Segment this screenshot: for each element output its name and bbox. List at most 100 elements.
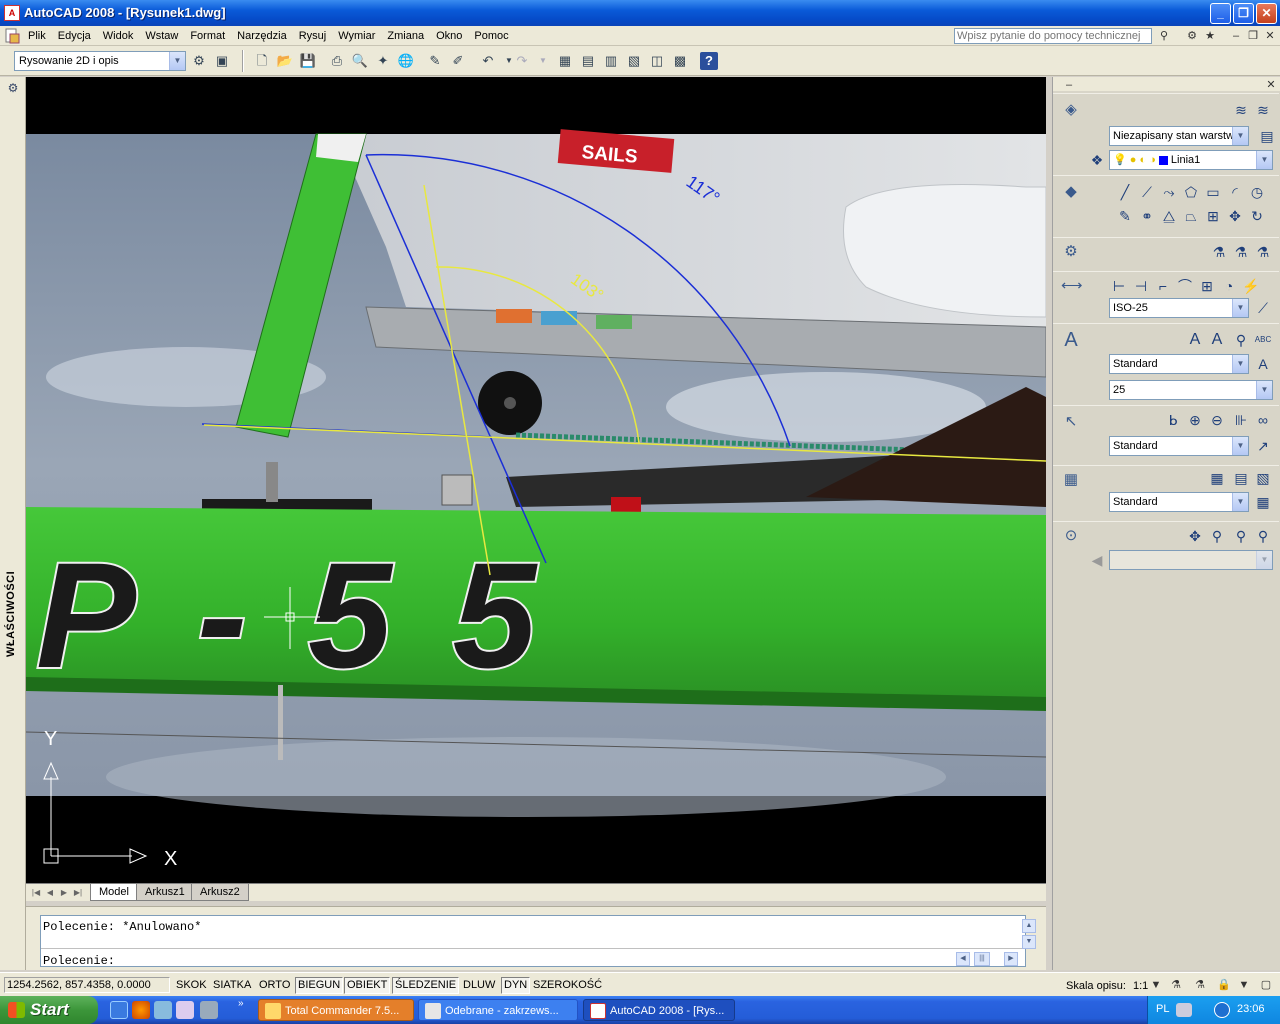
tab-next-icon[interactable]: ▶	[58, 886, 70, 899]
table-panel-icon[interactable]: ▦	[1061, 470, 1081, 490]
text-style-select[interactable]: Standard ▼	[1109, 354, 1249, 374]
pan-icon[interactable]: ✥	[1185, 526, 1205, 546]
minimize-button[interactable]: _	[1210, 3, 1231, 24]
design-center-icon[interactable]: ▤	[578, 51, 598, 71]
layer-isolate-icon[interactable]: ❖	[1087, 150, 1107, 170]
array-tool-icon[interactable]: ⊞	[1203, 206, 1223, 226]
annotation-scaling-icon[interactable]: ⚙	[1061, 242, 1081, 262]
remove-leader-icon[interactable]: ⊖	[1207, 410, 1227, 430]
tab-arkusz1[interactable]: Arkusz1	[136, 884, 194, 901]
chevron-down-icon[interactable]: ▼	[1256, 151, 1272, 169]
open-file-icon[interactable]: 📂	[275, 51, 295, 71]
command-window[interactable]: Polecenie: *Anulowano* Polecenie:	[40, 915, 1026, 968]
annotation-visibility-icon[interactable]: ⚗	[1168, 977, 1184, 993]
multiline-text-icon[interactable]: A	[1185, 330, 1205, 350]
offset-tool-icon[interactable]: ⏢	[1181, 206, 1201, 226]
add-scale-icon[interactable]: ⚗	[1209, 242, 1229, 262]
markup-icon[interactable]: ◫	[647, 51, 667, 71]
tab-last-icon[interactable]: ▶|	[72, 886, 84, 899]
chevron-down-icon[interactable]: ▼	[1232, 437, 1248, 455]
lock-icon[interactable]: 🔒	[1216, 977, 1232, 993]
match-properties-icon[interactable]: ✎	[425, 51, 445, 71]
status-snap-button[interactable]: SKOK	[173, 977, 210, 994]
baseline-dim-icon[interactable]: ⊞	[1197, 276, 1217, 296]
data-extraction-icon[interactable]: ▤	[1231, 468, 1251, 488]
help-icon[interactable]: ?	[700, 52, 718, 70]
redo-dropdown-icon[interactable]: ▼	[533, 51, 553, 71]
named-view-select[interactable]: ▼	[1109, 550, 1273, 570]
status-ortho-button[interactable]: ORTO	[256, 977, 293, 994]
table-icon[interactable]: ▦	[1207, 468, 1227, 488]
palette-close-icon[interactable]: ✕	[1263, 77, 1279, 93]
close-button[interactable]: ✕	[1256, 3, 1277, 24]
menu-okno[interactable]: Okno	[430, 29, 468, 43]
palette-titlebar[interactable]	[1053, 77, 1280, 91]
arc-tool-icon[interactable]: ◜	[1225, 182, 1245, 202]
coordinate-readout[interactable]: 1254.2562, 857.4358, 0.0000	[4, 977, 170, 993]
chevron-down-icon[interactable]: ▼	[1232, 355, 1248, 373]
properties-palette-label[interactable]: WŁAŚCIWOŚCI	[5, 567, 21, 657]
copy-tool-icon[interactable]: ⚭	[1137, 206, 1157, 226]
draw-panel-icon[interactable]: ◆	[1061, 182, 1081, 202]
quicklaunch-app-icon[interactable]	[154, 1001, 172, 1019]
favorites-star-icon[interactable]: ★	[1202, 28, 1218, 44]
document-menu-icon[interactable]	[4, 28, 20, 44]
new-file-icon[interactable]: 🗋	[252, 51, 272, 71]
tab-arkusz2[interactable]: Arkusz2	[191, 884, 249, 901]
chevron-down-icon[interactable]: ▼	[1232, 299, 1248, 317]
scale-dropdown-icon[interactable]: ▼	[1148, 977, 1164, 993]
doc-close-icon[interactable]: ✕	[1262, 28, 1278, 44]
status-grid-button[interactable]: SIATKA	[210, 977, 254, 994]
dimension-panel-icon[interactable]: ⟷	[1061, 276, 1083, 296]
erase-tool-icon[interactable]: ✎	[1115, 206, 1135, 226]
quicklaunch-desktop-icon[interactable]	[110, 1001, 128, 1019]
polyline-tool-icon[interactable]: ⤳	[1159, 182, 1179, 202]
text-panel-icon[interactable]: A	[1061, 330, 1081, 350]
multileader-style-manager-icon[interactable]: ↗	[1253, 436, 1273, 456]
chevron-down-icon[interactable]: ▼	[1256, 381, 1272, 399]
layer-state-manager-icon[interactable]: ▤	[1257, 126, 1277, 146]
chevron-down-icon[interactable]: ▼	[1232, 493, 1248, 511]
communication-center-icon[interactable]: ⚙	[1184, 28, 1200, 44]
text-height-select[interactable]: 25 ▼	[1109, 380, 1273, 400]
layer-properties-icon[interactable]: ≋	[1231, 100, 1251, 120]
calculator-icon[interactable]: ▩	[670, 51, 690, 71]
quicklaunch-more-icon[interactable]: »	[238, 998, 244, 1009]
angular-dim-icon[interactable]: ◔	[1219, 276, 1239, 296]
task-autocad[interactable]: AutoCAD 2008 - [Rys...	[583, 999, 735, 1021]
autocad-app-icon[interactable]: A	[4, 5, 20, 21]
palette-minimize-icon[interactable]: –	[1061, 77, 1077, 93]
doc-restore-icon[interactable]: ❐	[1245, 28, 1261, 44]
chevron-down-icon[interactable]: ▼	[1232, 127, 1248, 145]
navigate-panel-icon[interactable]: ⊙	[1061, 526, 1081, 546]
multileader-panel-icon[interactable]: ↖	[1061, 412, 1081, 432]
sync-scale-icon[interactable]: ⚗	[1253, 242, 1273, 262]
menu-zmiana[interactable]: Zmiana	[381, 29, 430, 43]
align-leaders-icon[interactable]: ⊪	[1231, 410, 1251, 430]
table-style-select[interactable]: Standard ▼	[1109, 492, 1249, 512]
language-indicator[interactable]: PL	[1156, 1003, 1169, 1015]
scroll-left-icon[interactable]: ◀	[956, 952, 970, 966]
table-link-icon[interactable]: ▧	[1253, 468, 1273, 488]
xline-tool-icon[interactable]: ⟋	[1137, 182, 1157, 202]
keyboard-icon[interactable]	[1176, 1003, 1192, 1017]
annotation-scale-value[interactable]: 1:1	[1133, 980, 1148, 992]
quicklaunch-app3-icon[interactable]	[200, 1001, 218, 1019]
task-mail[interactable]: Odebrane - zakrzews...	[418, 999, 578, 1021]
tab-model[interactable]: Model	[90, 884, 138, 901]
workspace-settings-icon[interactable]: ⚙	[189, 51, 209, 71]
layer-previous-icon[interactable]: ≋	[1253, 100, 1273, 120]
block-editor-icon[interactable]: ✐	[448, 51, 468, 71]
doc-minimize-icon[interactable]: –	[1228, 28, 1244, 44]
menu-wstaw[interactable]: Wstaw	[139, 29, 184, 43]
multileader-icon[interactable]: ᖯ	[1163, 410, 1183, 430]
menu-narzedzia[interactable]: Narzędzia	[231, 29, 293, 43]
status-otrack-button[interactable]: ŚLEDZENIE	[392, 977, 460, 994]
add-leader-icon[interactable]: ⊕	[1185, 410, 1205, 430]
clock[interactable]: 23:06	[1237, 1003, 1265, 1015]
layer-state-select[interactable]: Niezapisany stan warstw ▼	[1109, 126, 1249, 146]
linear-dim-icon[interactable]: ⊢	[1109, 276, 1129, 296]
layers-panel-icon[interactable]: ◈	[1061, 100, 1081, 120]
autoscale-icon[interactable]: ⚗	[1192, 977, 1208, 993]
search-icon[interactable]: ⚲	[1156, 28, 1172, 44]
